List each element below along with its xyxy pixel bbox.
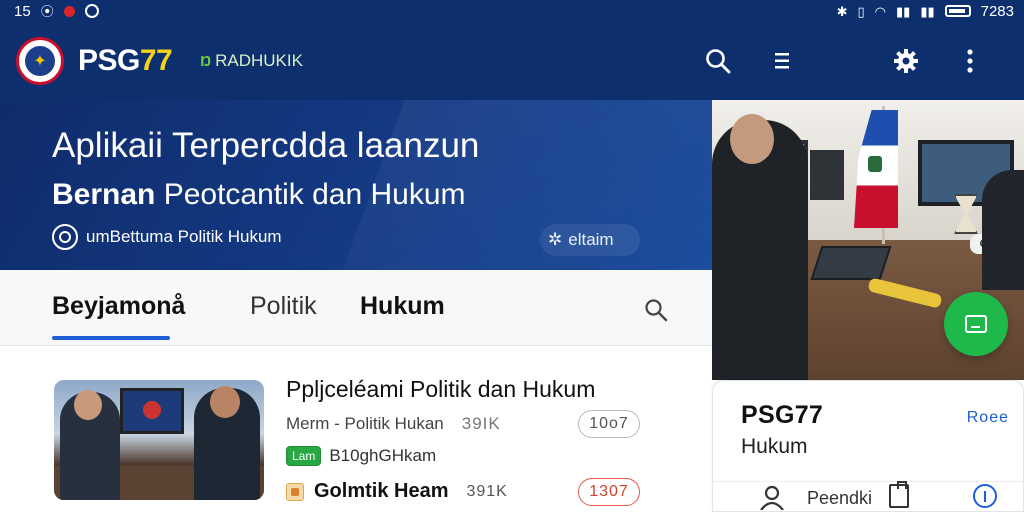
hero-pill-button[interactable]: ✲ eltaim — [540, 224, 640, 256]
card-footer-label[interactable]: Peendki — [807, 488, 872, 509]
app-tagline: Ŋ RADHUKIK — [200, 51, 303, 71]
person-icon[interactable] — [759, 484, 785, 512]
photo-person-right — [982, 170, 1024, 290]
list-item-count: 391K — [466, 482, 508, 500]
article-meta: Merm - Politik Hukan 39IK — [286, 414, 501, 434]
status-bar: 15 ⦿ ✱ ▯ ◠ ▮▮ ▮▮ 7283 — [0, 0, 1024, 22]
tab-beyjamona[interactable]: Beyjamonå — [52, 292, 185, 321]
tagline-text: RADHUKIK — [215, 51, 303, 70]
photo-monitor-back — [810, 150, 844, 200]
thumb-person-right — [194, 386, 260, 500]
list-item[interactable]: Golmtik Heam 391K — [286, 480, 508, 503]
clipboard-icon[interactable] — [889, 481, 909, 508]
gear-icon — [894, 49, 918, 73]
overflow-icon — [967, 49, 973, 73]
active-tab-indicator — [52, 336, 170, 340]
article-tag-text: B10ghGHkam — [329, 446, 437, 465]
battery-icon — [944, 5, 971, 17]
thumb-person-left — [60, 390, 120, 500]
article-tag-row: Lam B10ghGHkam — [286, 446, 436, 466]
category-tabs: Beyjamonå Politik Hukum — [0, 270, 712, 346]
card-footer: Peendki — [713, 481, 1024, 512]
app-title: PSG77 — [78, 44, 173, 78]
status-time: 15 — [14, 2, 31, 20]
gear-small-icon: ✲ — [548, 230, 563, 249]
hero-subtitle: Bernan Peotcantik dan Hukum — [52, 178, 466, 212]
list-item-pill[interactable]: 1307 — [578, 478, 640, 506]
card-link[interactable]: Roee — [967, 409, 1009, 427]
card-title: PSG77 — [741, 401, 824, 429]
hero-chip-label: umBettuma Politik Hukum — [86, 227, 282, 246]
photo-person — [712, 114, 808, 380]
status-clock: 7283 — [980, 2, 1014, 20]
tagline-icon: Ŋ — [200, 52, 212, 70]
notification-dot-icon — [63, 5, 75, 17]
hero-pill-label: eltaim — [568, 230, 614, 249]
sync-icon — [84, 4, 99, 18]
list-menu-button[interactable] — [750, 22, 814, 100]
card-subtitle: Hukum — [741, 435, 808, 458]
hero-chip[interactable]: umBettuma Politik Hukum — [52, 224, 282, 250]
cell-signal-2-icon: ▮▮ — [920, 3, 935, 19]
search-icon — [645, 299, 668, 322]
tab-politik[interactable]: Politik — [250, 292, 317, 321]
info-icon[interactable] — [973, 484, 997, 508]
article-view-count: 39IK — [461, 414, 501, 433]
article-count-pill[interactable]: 10o7 — [578, 410, 640, 438]
emblem-icon: ✦ — [25, 46, 55, 76]
photo-laptop — [810, 246, 892, 280]
hero-subtitle-bold: Bernan — [52, 178, 156, 211]
message-icon — [965, 315, 987, 333]
article-title[interactable]: Ppljceléami Politik dan Hukum — [286, 376, 595, 403]
status-badge: Lam — [286, 446, 322, 466]
vibrate-icon: ▯ — [857, 3, 865, 19]
info-card[interactable]: PSG77 Hukum Roee Peendki — [712, 380, 1024, 512]
app-bar: ✦ PSG77 Ŋ RADHUKIK — [0, 22, 1024, 100]
cell-signal-icon: ▮▮ — [896, 3, 911, 19]
article-thumbnail[interactable] — [54, 380, 264, 500]
app-logo[interactable]: ✦ — [16, 37, 64, 85]
hero-subtitle-rest: Peotcantik dan Hukum — [163, 178, 466, 211]
target-icon — [52, 224, 78, 250]
bluetooth-icon: ✱ — [836, 3, 848, 19]
tab-hukum[interactable]: Hukum — [360, 292, 445, 321]
search-icon — [706, 49, 731, 74]
document-icon — [286, 482, 304, 501]
hero-banner: Aplikaii Terpercdda laanzun Bernan Peotc… — [0, 100, 712, 270]
search-button[interactable] — [686, 22, 750, 100]
tab-search-button[interactable] — [640, 294, 672, 326]
settings-button[interactable] — [874, 22, 938, 100]
person-glyph — [760, 485, 784, 511]
wifi-icon: ◠ — [874, 3, 886, 19]
menu-icon — [775, 53, 789, 69]
article-meta-text: Merm - Politik Hukan — [286, 414, 444, 433]
app-bar-actions — [686, 22, 1002, 100]
brand-main: PSG — [78, 44, 140, 77]
signal-strength-icon: ⦿ — [40, 3, 54, 19]
overflow-menu-button[interactable] — [938, 22, 1002, 100]
thumb-monitor — [120, 388, 184, 434]
brand-accent: 77 — [139, 44, 173, 77]
list-item-title: Golmtik Heam — [314, 480, 449, 502]
floating-action-button[interactable] — [944, 292, 1008, 356]
article-list: Ppljceléami Politik dan Hukum Merm - Pol… — [0, 346, 712, 512]
hero-title: Aplikaii Terpercdda laanzun — [52, 126, 480, 165]
